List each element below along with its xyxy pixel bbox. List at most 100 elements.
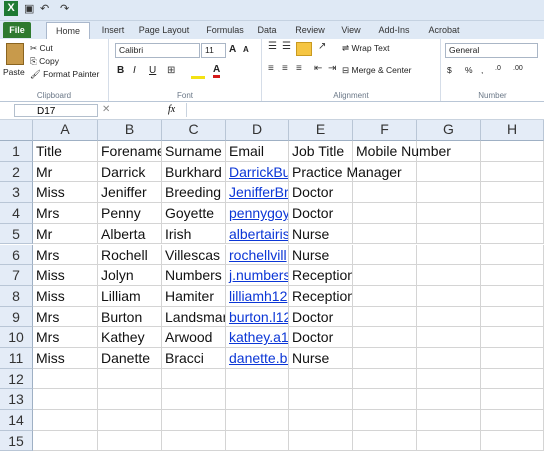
cell-d14[interactable] [226,410,289,431]
insert-function-button[interactable]: fx [168,104,175,115]
cell-b12[interactable] [98,368,162,390]
cell-e11[interactable]: Nurse [289,348,353,369]
format-painter-button[interactable]: 🖌 Format Painter [30,69,99,80]
row-header[interactable]: 11 [0,348,33,369]
cell-a11[interactable]: Miss [33,348,98,369]
cell-b8[interactable]: Lilliam [98,285,162,307]
align-middle-icon[interactable]: ☰ [282,41,291,52]
cell-f13[interactable] [353,389,417,411]
cell-g11[interactable] [417,348,481,369]
fill-color-icon[interactable] [191,66,205,79]
cell-c3[interactable]: Breeding [162,182,226,204]
cell-f10[interactable] [353,327,417,348]
cell-d9[interactable]: burton.l12 [226,306,289,328]
cell-c13[interactable] [162,389,226,411]
cell-b13[interactable] [98,389,162,411]
formula-input[interactable] [186,103,543,117]
cell-a1[interactable]: Title [33,141,98,162]
cell-d11[interactable]: danette.b1 [226,348,289,369]
tab-view[interactable]: View [336,22,366,38]
cell-c8[interactable]: Hamiter [162,285,226,307]
cell-a14[interactable] [33,410,98,431]
italic-button[interactable]: I [133,65,136,76]
redo-icon[interactable]: ↷ [60,2,69,15]
cell-g8[interactable] [417,285,481,307]
cell-b10[interactable]: Kathey [98,327,162,348]
cell-a3[interactable]: Miss [33,182,98,204]
copy-button[interactable]: ⎘ Copy [30,56,59,67]
cell-b3[interactable]: Jeniffer [98,182,162,204]
row-header[interactable]: 2 [0,161,33,183]
cell-a9[interactable]: Mrs [33,306,98,328]
cell-h12[interactable] [481,368,544,390]
comma-button[interactable]: , [481,65,483,75]
column-header-d[interactable]: D [226,120,289,141]
underline-button[interactable]: U [149,65,156,76]
cell-e4[interactable]: Doctor [289,203,353,224]
column-header-c[interactable]: C [162,120,226,141]
cell-c2[interactable]: Burkhard [162,161,226,183]
cell-c1[interactable]: Surname [162,141,226,162]
grow-font-button[interactable]: A [229,44,236,55]
cell-h9[interactable] [481,306,544,328]
cell-a12[interactable] [33,368,98,390]
cell-e10[interactable]: Doctor [289,327,353,348]
number-format-select[interactable]: General [445,43,538,58]
cell-c6[interactable]: Villescas [162,244,226,266]
cell-f14[interactable] [353,410,417,431]
paste-icon[interactable] [6,43,24,65]
cell-h7[interactable] [481,265,544,286]
cell-g14[interactable] [417,410,481,431]
tab-file[interactable]: File [3,22,31,38]
cell-g6[interactable] [417,244,481,266]
cell-d1[interactable]: Email [226,141,289,162]
cell-d3[interactable]: JenifferBre [226,182,289,204]
wrap-text-button[interactable]: ⇌ Wrap Text [342,43,389,54]
cell-e8[interactable]: Reception [289,285,353,307]
name-box[interactable]: D17 [14,104,98,117]
tab-acrobat[interactable]: Acrobat [424,22,464,38]
cell-h5[interactable] [481,223,544,245]
font-name-select[interactable]: Calibri [115,43,200,58]
cell-g2[interactable] [417,161,481,183]
cell-h10[interactable] [481,327,544,348]
borders-icon[interactable]: ⊞ [167,65,175,76]
align-bottom-icon[interactable] [296,42,312,56]
cell-c7[interactable]: Numbers [162,265,226,286]
cell-f12[interactable] [353,368,417,390]
cell-a5[interactable]: Mr [33,223,98,245]
cell-e14[interactable] [289,410,353,431]
cell-b4[interactable]: Penny [98,203,162,224]
cell-g5[interactable] [417,223,481,245]
align-center-icon[interactable]: ≡ [282,63,288,74]
cell-f7[interactable] [353,265,417,286]
row-header[interactable]: 1 [0,141,33,162]
cell-d8[interactable]: lilliamh12 [226,285,289,307]
tab-review[interactable]: Review [292,22,328,38]
row-header[interactable]: 12 [0,368,33,390]
cell-g3[interactable] [417,182,481,204]
undo-icon[interactable]: ↶ [40,2,49,15]
cell-a2[interactable]: Mr [33,161,98,183]
cell-g13[interactable] [417,389,481,411]
cell-a7[interactable]: Miss [33,265,98,286]
font-color-icon[interactable]: A [213,64,221,78]
cell-h2[interactable] [481,161,544,183]
row-header[interactable]: 5 [0,223,33,245]
cell-c14[interactable] [162,410,226,431]
row-header[interactable]: 13 [0,389,33,411]
column-header-e[interactable]: E [289,120,353,141]
cell-f3[interactable] [353,182,417,204]
cell-b14[interactable] [98,410,162,431]
column-header-g[interactable]: G [417,120,481,141]
cell-e6[interactable]: Nurse [289,244,353,266]
cell-c4[interactable]: Goyette [162,203,226,224]
cell-d4[interactable]: pennygoye [226,203,289,224]
cell-f5[interactable] [353,223,417,245]
column-header-f[interactable]: F [353,120,417,141]
cell-h11[interactable] [481,348,544,369]
cell-h14[interactable] [481,410,544,431]
cell-a10[interactable]: Mrs [33,327,98,348]
tab-page-layout[interactable]: Page Layout [136,22,192,38]
cell-f4[interactable] [353,203,417,224]
